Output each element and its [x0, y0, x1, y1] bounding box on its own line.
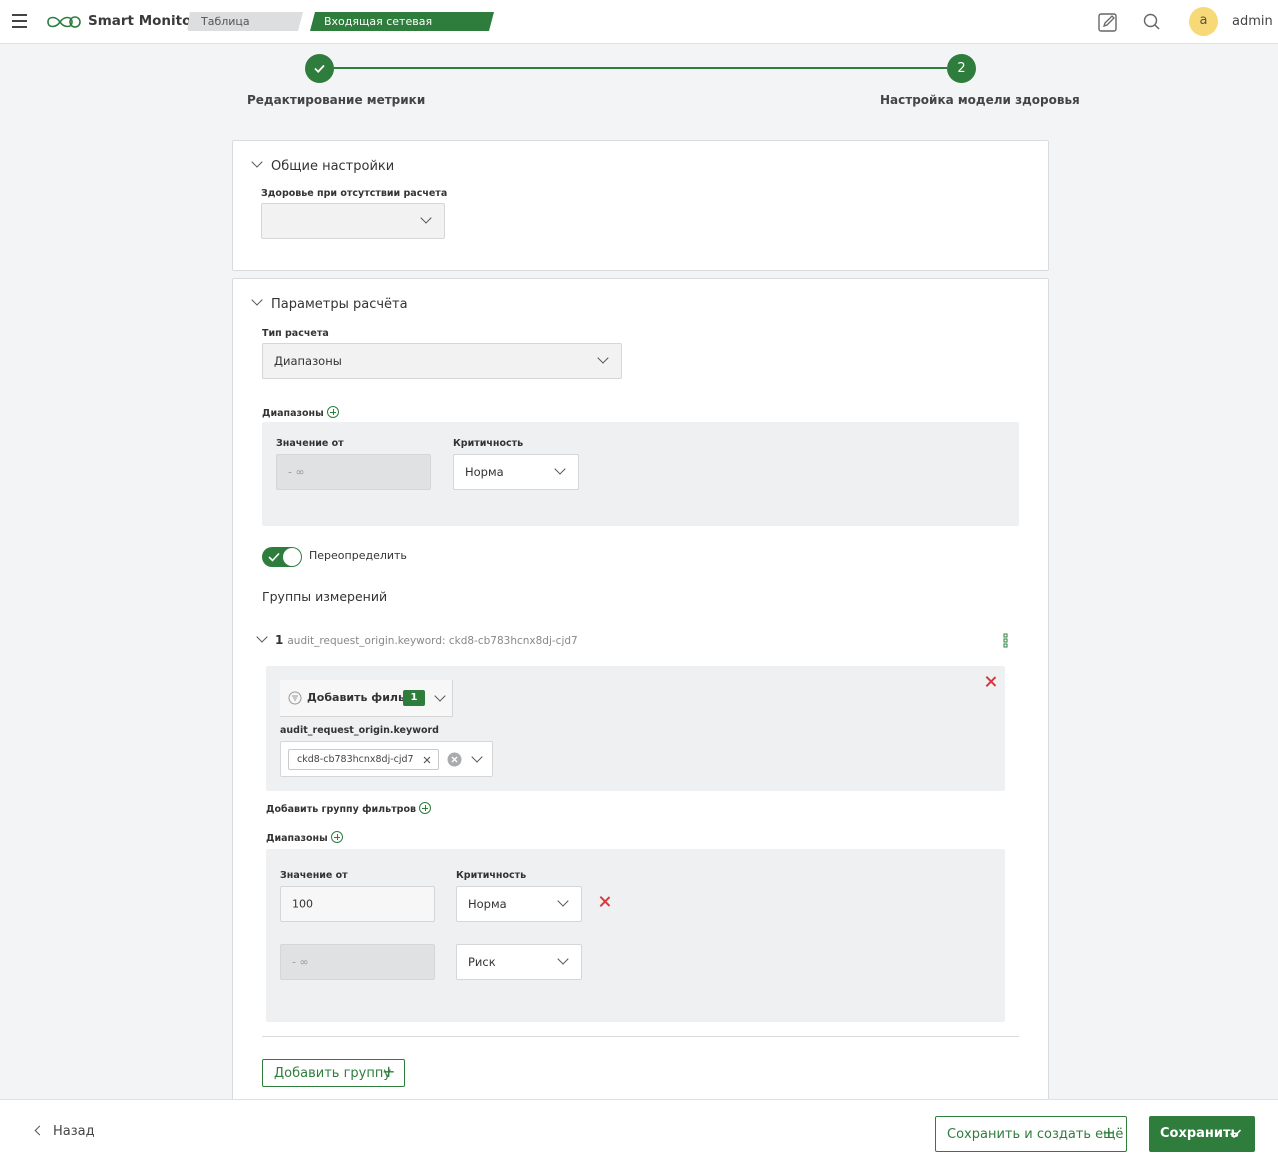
breadcrumb-current[interactable]: Входящая сетевая нагрузка [310, 12, 494, 31]
filter-icon [288, 691, 302, 705]
filter-value-select[interactable]: ckd8-cb783hcnx8dj-cjd7 [280, 741, 493, 777]
filter-block: Добавить фильтр 1 audit_request_origin.k… [266, 666, 1005, 791]
chevron-down-icon [557, 953, 569, 965]
group-range-1-severity-value: Норма [468, 897, 507, 911]
range-from-input: - ∞ [276, 454, 431, 490]
group-ranges-label: Диапазоны [266, 831, 343, 844]
add-filter-button[interactable]: Добавить фильтр 1 [280, 680, 453, 717]
add-group-range-icon[interactable] [330, 831, 343, 843]
calc-type-select[interactable]: Диапазоны [262, 343, 622, 379]
save-and-create-button[interactable]: Сохранить и создать ещё + [935, 1116, 1127, 1152]
save-label: Сохранить [1160, 1126, 1239, 1141]
calc-type-label: Тип расчета [262, 328, 329, 339]
add-group-button[interactable]: Добавить группу + [262, 1059, 405, 1087]
chevron-down-icon [420, 212, 432, 224]
app-name[interactable]: Smart Monitor [88, 13, 198, 29]
chevron-down-icon [256, 631, 268, 643]
remove-filter-group-icon[interactable] [985, 676, 996, 687]
add-filter-group-icon[interactable] [419, 802, 431, 814]
filter-tag-label: ckd8-cb783hcnx8dj-cjd7 [297, 754, 414, 765]
ranges-block: Значение от Критичность - ∞ Норма [262, 422, 1019, 526]
group-ranges-block: Значение от Критичность 100 Норма - ∞ Ри… [266, 849, 1005, 1022]
chevron-down-icon [434, 690, 446, 702]
calc-params-title: Параметры расчёта [271, 297, 408, 312]
add-filter-group-link[interactable]: Добавить группу фильтров [266, 802, 431, 815]
tag-remove-icon[interactable] [423, 756, 431, 764]
chevron-left-icon [34, 1125, 45, 1136]
group-1-header[interactable]: 1 audit_request_origin.keyword: ckd8-cb78… [256, 631, 578, 647]
step-2-label: Настройка модели здоровья [880, 93, 1080, 107]
edit-note-icon[interactable] [1097, 11, 1119, 33]
override-label: Переопределить [309, 549, 407, 562]
save-button[interactable]: Сохранить [1149, 1116, 1255, 1152]
group-summary: audit_request_origin.keyword: ckd8-cb783… [287, 635, 578, 647]
group-range-1-from-input[interactable]: 100 [280, 886, 435, 922]
plus-icon: + [1102, 1123, 1116, 1142]
range-from-value: - ∞ [288, 465, 305, 479]
user-name[interactable]: admin [1232, 14, 1273, 29]
groups-title: Группы измерений [262, 589, 388, 604]
group-more-icon[interactable] [1002, 633, 1010, 648]
filter-field-label: audit_request_origin.keyword [280, 725, 439, 736]
chevron-down-icon [251, 294, 263, 306]
clear-icon[interactable] [447, 752, 462, 767]
logo-icon[interactable] [46, 13, 82, 31]
general-settings-title: Общие настройки [271, 159, 395, 174]
step-2-active[interactable]: 2 [947, 54, 976, 83]
filter-count-badge: 1 [403, 690, 425, 706]
check-icon [268, 552, 280, 562]
override-toggle[interactable] [262, 547, 302, 567]
chevron-down-icon [597, 352, 609, 364]
group-range-2-severity-value: Риск [468, 955, 496, 969]
footer-bar: Назад Сохранить и создать ещё + Сохранит… [0, 1099, 1278, 1163]
group-range-2-severity-select[interactable]: Риск [456, 944, 582, 980]
group-range-2-from-input: - ∞ [280, 944, 435, 980]
step-1-label: Редактирование метрики [247, 93, 426, 107]
step-1-done[interactable] [305, 54, 334, 83]
menu-icon[interactable] [12, 14, 27, 28]
add-range-icon[interactable] [326, 406, 339, 418]
filter-tag: ckd8-cb783hcnx8dj-cjd7 [288, 749, 439, 770]
group-severity-label: Критичность [456, 870, 527, 881]
add-group-label: Добавить группу [274, 1066, 392, 1081]
health-label: Здоровье при отсутствии расчета [261, 188, 448, 199]
group-range-2-from-value: - ∞ [292, 955, 309, 969]
search-icon[interactable] [1141, 11, 1163, 33]
save-and-create-label: Сохранить и создать ещё [947, 1127, 1124, 1142]
chevron-down-icon [557, 895, 569, 907]
general-settings-card: Общие настройки Здоровье при отсутствии … [232, 140, 1049, 271]
back-label: Назад [53, 1124, 95, 1139]
stepper-line [333, 67, 947, 69]
health-select[interactable] [261, 203, 445, 239]
group-range-1-from-value: 100 [292, 897, 313, 911]
calc-params-card: Параметры расчёта Тип расчета Диапазоны … [232, 278, 1049, 1108]
calc-type-value: Диапазоны [274, 354, 342, 368]
severity-label: Критичность [453, 438, 524, 449]
ranges-label: Диапазоны [262, 406, 339, 419]
chevron-down-icon [471, 751, 483, 763]
group-range-1-severity-select[interactable]: Норма [456, 886, 582, 922]
avatar[interactable]: a [1189, 7, 1218, 36]
check-icon [1229, 1129, 1242, 1139]
range-severity-select[interactable]: Норма [453, 454, 579, 490]
plus-icon: + [382, 1062, 396, 1081]
breadcrumb-metrics-table[interactable]: Таблица метрик [187, 12, 303, 31]
check-icon [314, 64, 325, 73]
back-button[interactable]: Назад [34, 1124, 95, 1139]
group-number: 1 [275, 633, 284, 647]
group-value-from-label: Значение от [280, 870, 348, 881]
range-severity-value: Норма [465, 465, 504, 479]
general-settings-header[interactable]: Общие настройки [251, 156, 395, 174]
chevron-down-icon [554, 463, 566, 475]
toggle-knob [283, 548, 301, 566]
calc-params-header[interactable]: Параметры расчёта [251, 294, 408, 312]
divider [262, 1036, 1019, 1037]
top-bar: Smart Monitor Таблица метрик Входящая се… [0, 0, 1278, 44]
chevron-down-icon [251, 156, 263, 168]
value-from-label: Значение от [276, 438, 344, 449]
remove-range-icon[interactable] [599, 896, 610, 907]
